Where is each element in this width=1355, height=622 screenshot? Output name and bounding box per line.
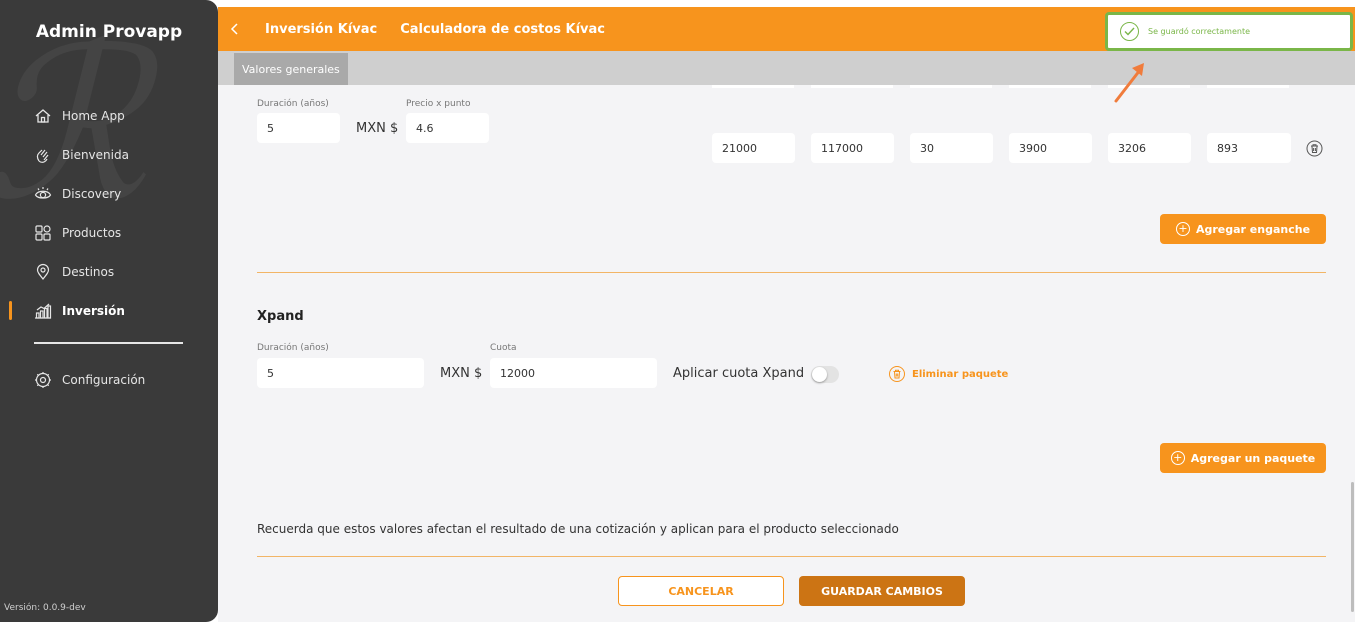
plus-circle-icon: + — [1175, 222, 1190, 236]
breadcrumb-calculadora[interactable]: Calculadora de costos Kívac — [400, 22, 605, 57]
xpand-fee-input[interactable]: 12000 — [490, 358, 657, 388]
xpand-duration-label: Duración (años) — [257, 343, 329, 353]
save-changes-button[interactable]: GUARDAR CAMBIOS — [799, 576, 965, 606]
down-payment-field[interactable]: 3900 — [1009, 133, 1092, 163]
price-per-point-input[interactable]: 4.6 — [406, 113, 489, 143]
xpand-title: Xpand — [257, 309, 304, 324]
currency-label: MXN $ — [356, 121, 399, 136]
delete-package-label: Eliminar paquete — [912, 368, 1009, 380]
toggle-knob — [812, 367, 827, 382]
gear-icon — [34, 371, 52, 389]
sidebar-item-inversion[interactable]: Inversión — [0, 291, 218, 330]
info-note: Recuerda que estos valores afectan el re… — [257, 522, 899, 536]
back-chevron-icon[interactable] — [230, 22, 250, 36]
tab-bar: Valores generales — [218, 51, 1355, 85]
vertical-scrollbar[interactable] — [1350, 85, 1355, 622]
location-pin-icon — [34, 263, 52, 281]
sidebar-item-home-app[interactable]: Home App — [0, 96, 218, 135]
sidebar-item-label: Destinos — [62, 264, 115, 279]
down-payment-field[interactable]: 21000 — [712, 133, 795, 163]
plus-circle-icon: + — [1170, 451, 1185, 465]
trash-icon — [889, 366, 905, 382]
sidebar-item-label: Bienvenida — [62, 147, 129, 162]
sidebar-item-label: Discovery — [62, 186, 122, 201]
add-package-label: Agregar un paquete — [1190, 451, 1316, 465]
sidebar-divider — [34, 342, 183, 344]
home-icon — [34, 107, 52, 125]
delete-package-button[interactable]: Eliminar paquete — [889, 366, 1008, 382]
sidebar-item-productos[interactable]: Productos — [0, 213, 218, 252]
check-circle-icon — [1120, 22, 1139, 41]
duration-input[interactable]: 5 — [257, 113, 340, 143]
apply-xpand-fee-label: Aplicar cuota Xpand — [673, 366, 805, 381]
input-peek — [1009, 85, 1091, 88]
sidebar-item-label: Configuración — [62, 372, 146, 387]
sidebar-item-discovery[interactable]: Discovery — [0, 174, 218, 213]
grid-icon — [34, 224, 52, 242]
input-peek — [811, 85, 893, 88]
eye-icon — [34, 185, 52, 203]
sidebar-item-label: Home App — [62, 108, 125, 123]
success-toast: Se guardó correctamente — [1105, 12, 1353, 51]
scrollbar-thumb[interactable] — [1351, 482, 1354, 612]
xpand-currency-label: MXN $ — [440, 366, 483, 381]
sidebar-item-label: Productos — [62, 225, 122, 240]
down-payment-field[interactable]: 117000 — [811, 133, 894, 163]
bar-chart-icon — [34, 302, 52, 320]
duration-label: Duración (años) — [257, 99, 329, 109]
add-down-payment-button[interactable]: + Agregar enganche — [1160, 214, 1326, 244]
input-peek — [910, 85, 992, 88]
brand-title: Admin Provapp — [35, 22, 183, 42]
down-payment-field[interactable]: 893 — [1207, 133, 1291, 163]
section-divider — [257, 272, 1326, 273]
add-package-button[interactable]: + Agregar un paquete — [1160, 443, 1326, 473]
input-peek — [1207, 85, 1289, 88]
sidebar-item-destinos[interactable]: Destinos — [0, 252, 218, 291]
sidebar-item-configuracion[interactable]: Configuración — [0, 360, 218, 399]
hand-wave-icon — [34, 146, 52, 164]
cancel-button[interactable]: CANCELAR — [618, 576, 784, 606]
annotation-arrow-icon — [1114, 63, 1144, 103]
sidebar-item-bienvenida[interactable]: Bienvenida — [0, 135, 218, 174]
input-peek — [712, 85, 794, 88]
toast-message: Se guardó correctamente — [1148, 27, 1251, 36]
sidebar-nav: Home App Bienvenida Discovery Productos … — [0, 96, 218, 399]
delete-row-trash-icon[interactable] — [1306, 140, 1323, 162]
footer-divider — [257, 556, 1326, 557]
xpand-duration-input[interactable]: 5 — [257, 358, 424, 388]
tab-valores-generales[interactable]: Valores generales — [234, 53, 348, 85]
sidebar: ℛ Admin Provapp Home App Bienvenida Disc… — [0, 0, 218, 622]
down-payment-field[interactable]: 30 — [910, 133, 993, 163]
xpand-fee-label: Cuota — [490, 343, 517, 353]
price-label: Precio x punto — [406, 99, 471, 109]
down-payment-field[interactable]: 3206 — [1108, 133, 1191, 163]
add-down-payment-label: Agregar enganche — [1195, 222, 1311, 236]
main-content: Duración (años) 5 MXN $ Precio x punto 4… — [218, 85, 1350, 622]
apply-xpand-fee-toggle[interactable] — [811, 366, 839, 383]
version-label: Versión: 0.0.9-dev — [4, 603, 86, 613]
breadcrumb-inversion-kivac[interactable]: Inversión Kívac — [265, 22, 377, 37]
sidebar-item-label: Inversión — [62, 303, 125, 318]
